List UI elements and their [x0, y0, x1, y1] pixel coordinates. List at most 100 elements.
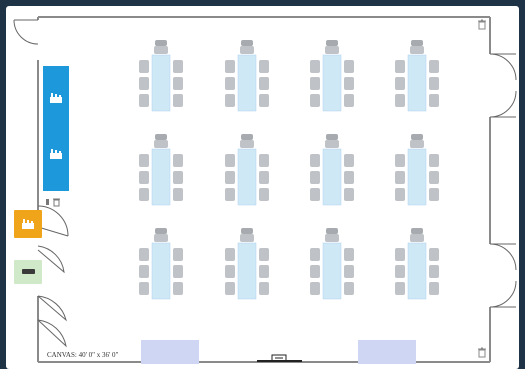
- banquet-table[interactable]: [407, 242, 427, 300]
- chair[interactable]: [173, 248, 183, 261]
- chair[interactable]: [173, 171, 183, 184]
- table-group[interactable]: [395, 40, 439, 112]
- chair[interactable]: [310, 265, 320, 278]
- chair[interactable]: [344, 154, 354, 167]
- head-chair[interactable]: [325, 134, 339, 148]
- chair[interactable]: [344, 94, 354, 107]
- door-icon[interactable]: [13, 19, 39, 45]
- chair[interactable]: [310, 188, 320, 201]
- chair[interactable]: [259, 94, 269, 107]
- table-group[interactable]: [139, 40, 183, 112]
- chair[interactable]: [310, 77, 320, 90]
- door-icon[interactable]: [489, 280, 517, 308]
- chair[interactable]: [139, 94, 149, 107]
- chair[interactable]: [225, 248, 235, 261]
- chair[interactable]: [395, 282, 405, 295]
- door-icon[interactable]: [489, 243, 517, 271]
- floor-plan-canvas[interactable]: CANVAS: 40' 0" x 36' 0": [6, 6, 519, 369]
- chair[interactable]: [139, 248, 149, 261]
- table-group[interactable]: [310, 134, 354, 206]
- chair[interactable]: [344, 171, 354, 184]
- chair[interactable]: [173, 60, 183, 73]
- chair[interactable]: [395, 188, 405, 201]
- chair[interactable]: [225, 94, 235, 107]
- table-group[interactable]: [395, 134, 439, 206]
- head-chair[interactable]: [240, 40, 254, 54]
- chair[interactable]: [225, 282, 235, 295]
- chair[interactable]: [225, 188, 235, 201]
- door-icon[interactable]: [37, 205, 69, 237]
- head-chair[interactable]: [154, 228, 168, 242]
- stage-panel[interactable]: [43, 66, 69, 191]
- head-chair[interactable]: [240, 134, 254, 148]
- chair[interactable]: [344, 248, 354, 261]
- chair[interactable]: [310, 248, 320, 261]
- chair[interactable]: [429, 77, 439, 90]
- chair[interactable]: [139, 282, 149, 295]
- head-chair[interactable]: [325, 40, 339, 54]
- banquet-table[interactable]: [151, 148, 171, 206]
- banquet-table[interactable]: [407, 148, 427, 206]
- floor-plan[interactable]: [6, 6, 519, 369]
- table-group[interactable]: [225, 40, 269, 112]
- banquet-table[interactable]: [237, 242, 257, 300]
- chair[interactable]: [173, 154, 183, 167]
- table-group[interactable]: [225, 134, 269, 206]
- trash-icon[interactable]: [478, 347, 486, 358]
- chair[interactable]: [259, 171, 269, 184]
- chair[interactable]: [173, 265, 183, 278]
- chair[interactable]: [259, 282, 269, 295]
- chair[interactable]: [173, 188, 183, 201]
- door-icon[interactable]: [489, 53, 517, 81]
- chair[interactable]: [225, 265, 235, 278]
- banquet-table[interactable]: [322, 54, 342, 112]
- head-chair[interactable]: [410, 134, 424, 148]
- head-chair[interactable]: [240, 228, 254, 242]
- door-icon[interactable]: [489, 90, 517, 118]
- tv-icon[interactable]: [257, 354, 302, 362]
- table-group[interactable]: [310, 228, 354, 300]
- head-chair[interactable]: [410, 228, 424, 242]
- chair[interactable]: [259, 188, 269, 201]
- chair[interactable]: [344, 265, 354, 278]
- chair[interactable]: [139, 188, 149, 201]
- chair[interactable]: [429, 154, 439, 167]
- chair[interactable]: [395, 60, 405, 73]
- projection-screen[interactable]: [141, 340, 199, 364]
- banquet-table[interactable]: [322, 242, 342, 300]
- chair[interactable]: [310, 171, 320, 184]
- chair[interactable]: [225, 77, 235, 90]
- head-chair[interactable]: [325, 228, 339, 242]
- banquet-table[interactable]: [151, 242, 171, 300]
- chair[interactable]: [259, 248, 269, 261]
- chair[interactable]: [139, 265, 149, 278]
- table-group[interactable]: [139, 134, 183, 206]
- chair[interactable]: [139, 171, 149, 184]
- chair[interactable]: [225, 60, 235, 73]
- chair[interactable]: [429, 282, 439, 295]
- chair[interactable]: [139, 154, 149, 167]
- chair[interactable]: [344, 282, 354, 295]
- chair[interactable]: [344, 60, 354, 73]
- chair[interactable]: [344, 188, 354, 201]
- chair[interactable]: [139, 60, 149, 73]
- table-group[interactable]: [310, 40, 354, 112]
- chair[interactable]: [225, 171, 235, 184]
- trash-icon[interactable]: [478, 19, 486, 30]
- lock-icon[interactable]: [46, 199, 49, 205]
- chair[interactable]: [173, 94, 183, 107]
- projection-screen[interactable]: [358, 340, 416, 364]
- banquet-table[interactable]: [407, 54, 427, 112]
- chair[interactable]: [395, 171, 405, 184]
- chair[interactable]: [259, 154, 269, 167]
- chair[interactable]: [259, 60, 269, 73]
- trash-icon[interactable]: [53, 198, 60, 207]
- chair[interactable]: [344, 77, 354, 90]
- chair[interactable]: [310, 282, 320, 295]
- door-icon[interactable]: [37, 295, 67, 322]
- table-group[interactable]: [225, 228, 269, 300]
- chair[interactable]: [429, 60, 439, 73]
- chair[interactable]: [310, 94, 320, 107]
- chair[interactable]: [259, 77, 269, 90]
- chair[interactable]: [429, 171, 439, 184]
